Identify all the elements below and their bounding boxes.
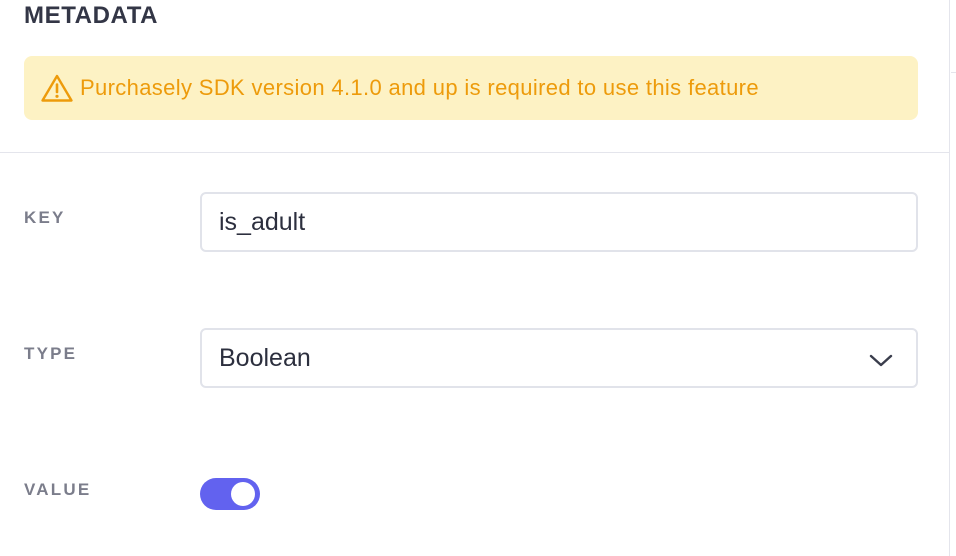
key-label: KEY xyxy=(24,208,66,227)
sdk-version-alert: Purchasely SDK version 4.1.0 and up is r… xyxy=(24,56,918,120)
type-select[interactable]: Boolean xyxy=(200,328,918,388)
section-divider xyxy=(0,152,950,153)
chevron-down-icon xyxy=(868,348,894,368)
type-select-value: Boolean xyxy=(219,343,311,372)
section-title: METADATA xyxy=(24,2,159,29)
alert-text: Purchasely SDK version 4.1.0 and up is r… xyxy=(80,75,759,100)
value-toggle[interactable] xyxy=(200,478,260,510)
warning-icon xyxy=(40,73,74,103)
metadata-panel: METADATA Purchasely SDK version 4.1.0 an… xyxy=(0,0,950,556)
toggle-knob xyxy=(231,482,255,506)
type-label: TYPE xyxy=(24,344,78,363)
key-input-value: is_adult xyxy=(219,207,306,236)
key-input[interactable]: is_adult xyxy=(200,192,918,252)
panel-edge-divider xyxy=(951,72,956,73)
value-label: VALUE xyxy=(24,480,92,499)
